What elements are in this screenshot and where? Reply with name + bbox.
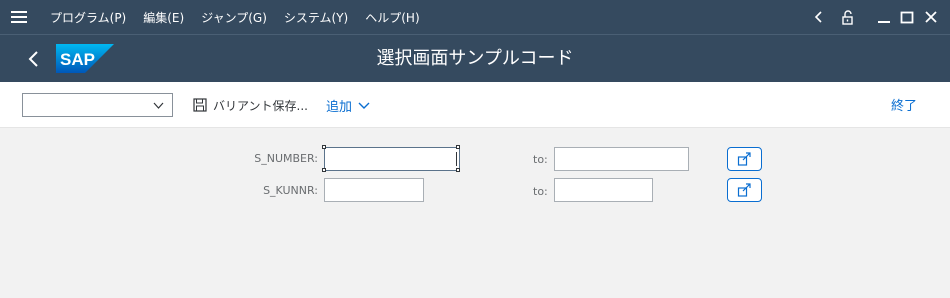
chevron-down-icon [358,102,370,109]
s-kunnr-low-input[interactable] [324,178,424,202]
unlock-icon[interactable] [836,0,860,34]
s-kunnr-multiple-selection-button[interactable] [727,178,762,202]
menu-item-system[interactable]: システム(Y) [284,9,348,26]
s-number-high-input[interactable] [554,147,689,171]
toolbar: バリアント保存... 追加 終了 [0,82,950,128]
s-number-multiple-selection-button[interactable] [727,147,762,171]
page-title: 選択画面サンプルコード [376,48,574,69]
add-menu-button[interactable]: 追加 [326,95,371,115]
menu-items: プログラム(P) 編集(E) ジャンプ(G) システム(Y) ヘルプ(H) [50,0,437,34]
menu-item-goto[interactable]: ジャンプ(G) [201,9,267,26]
chevron-left-icon [28,51,38,67]
variant-select[interactable] [22,93,173,117]
exit-button[interactable]: 終了 [891,95,917,114]
app-header: SAP 選択画面サンプルコード [0,34,950,82]
close-icon[interactable] [921,0,941,34]
focus-handle [456,168,460,172]
floppy-disk-icon [193,98,207,112]
add-menu-label: 追加 [326,99,353,115]
menu-item-edit[interactable]: 編集(E) [143,9,184,26]
selection-screen: S_NUMBER: to: S_KUNNR: to: [0,128,950,298]
save-variant-label: バリアント保存... [213,98,308,113]
chevron-left-icon[interactable] [808,0,830,34]
back-button[interactable] [22,47,46,71]
sap-logo: SAP [56,44,114,73]
s-kunnr-to-label: to: [533,185,548,198]
chevron-down-icon [153,102,164,109]
s-number-label: S_NUMBER: [254,152,318,165]
focus-handle [322,145,326,149]
menu-bar: プログラム(P) 編集(E) ジャンプ(G) システム(Y) ヘルプ(H) [0,0,950,34]
s-number-to-label: to: [533,153,548,166]
save-variant-button[interactable]: バリアント保存... [193,95,308,115]
s-number-low-input[interactable] [324,147,460,171]
menu-item-help[interactable]: ヘルプ(H) [365,9,419,26]
focus-handle [322,168,326,172]
maximize-icon[interactable] [897,0,917,34]
multiple-selection-icon [737,183,751,197]
s-kunnr-high-input[interactable] [554,178,653,202]
minimize-icon[interactable] [874,0,894,34]
hamburger-icon[interactable] [11,11,27,23]
multiple-selection-icon [737,152,751,166]
svg-text:SAP: SAP [60,50,95,69]
text-cursor [456,152,457,166]
s-kunnr-label: S_KUNNR: [263,184,318,197]
menu-item-program[interactable]: プログラム(P) [50,9,126,26]
focus-handle [456,145,460,149]
